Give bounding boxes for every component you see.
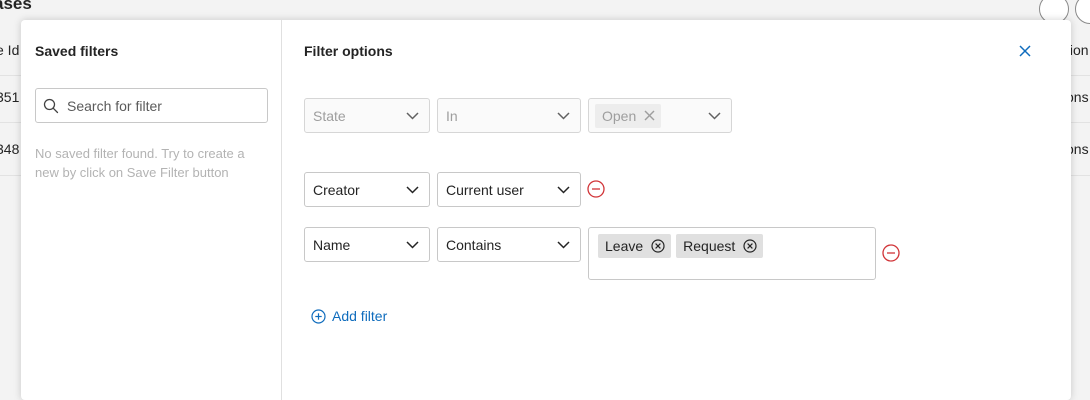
remove-filter-button[interactable] (587, 180, 605, 198)
filter-value-select: Open (588, 98, 732, 133)
filter-operator-select: In (437, 98, 581, 133)
value-chip: Leave (598, 234, 672, 258)
close-button[interactable] (1017, 43, 1033, 59)
remove-circle-icon (882, 244, 900, 262)
chevron-down-icon (708, 111, 721, 120)
chevron-down-icon (406, 240, 419, 249)
filter-field-value: Name (313, 236, 351, 253)
search-input[interactable] (65, 96, 259, 115)
add-filter-label: Add filter (332, 308, 388, 324)
filter-field-select: State (304, 98, 430, 133)
saved-filters-pane: Saved filters No saved filter found. Try… (21, 20, 282, 400)
table-cell-id: 351 (0, 89, 20, 105)
close-icon (1019, 45, 1031, 57)
filter-operator-value: Current user (446, 181, 524, 198)
remove-circle-icon (587, 180, 605, 198)
chip-label: Leave (605, 238, 644, 254)
add-circle-icon (311, 308, 326, 324)
empty-saved-filters-message: No saved filter found. Try to create a n… (35, 146, 245, 180)
filter-operator-value: Contains (446, 236, 502, 253)
add-filter-button[interactable]: Add filter (311, 308, 387, 324)
filter-operator-select[interactable]: Contains (437, 227, 581, 262)
search-icon (43, 98, 59, 113)
chevron-down-icon (557, 185, 570, 194)
page-title: ases (0, 0, 32, 13)
filter-operator-select[interactable]: Current user (437, 172, 581, 207)
dismiss-circle-icon[interactable] (743, 239, 757, 253)
toolbar-button[interactable] (1075, 0, 1090, 24)
filter-field-value: State (313, 107, 346, 124)
filter-options-title: Filter options (304, 43, 393, 59)
value-chip: Open (595, 103, 662, 128)
saved-filters-title: Saved filters (35, 43, 119, 59)
chip-label: Request (683, 238, 736, 254)
chip-label: Open (602, 107, 637, 124)
filter-field-select[interactable]: Name (304, 227, 430, 262)
chevron-down-icon (557, 240, 570, 249)
filter-field-value: Creator (313, 181, 360, 198)
table-cell-id: 348 (0, 141, 20, 157)
dismiss-circle-icon[interactable] (651, 239, 665, 253)
remove-filter-button[interactable] (882, 244, 900, 262)
chevron-down-icon (406, 185, 419, 194)
filter-dialog: Saved filters No saved filter found. Try… (21, 20, 1071, 400)
filter-field-select[interactable]: Creator (304, 172, 430, 207)
saved-filter-search[interactable] (35, 88, 268, 123)
filter-operator-value: In (446, 107, 458, 124)
close-icon (644, 110, 655, 121)
chevron-down-icon (557, 111, 570, 120)
value-chip: Request (676, 234, 764, 258)
chevron-down-icon (406, 111, 419, 120)
filter-value-tag-input[interactable]: Leave Request (588, 227, 876, 280)
column-header-id[interactable]: e Id (0, 42, 19, 58)
